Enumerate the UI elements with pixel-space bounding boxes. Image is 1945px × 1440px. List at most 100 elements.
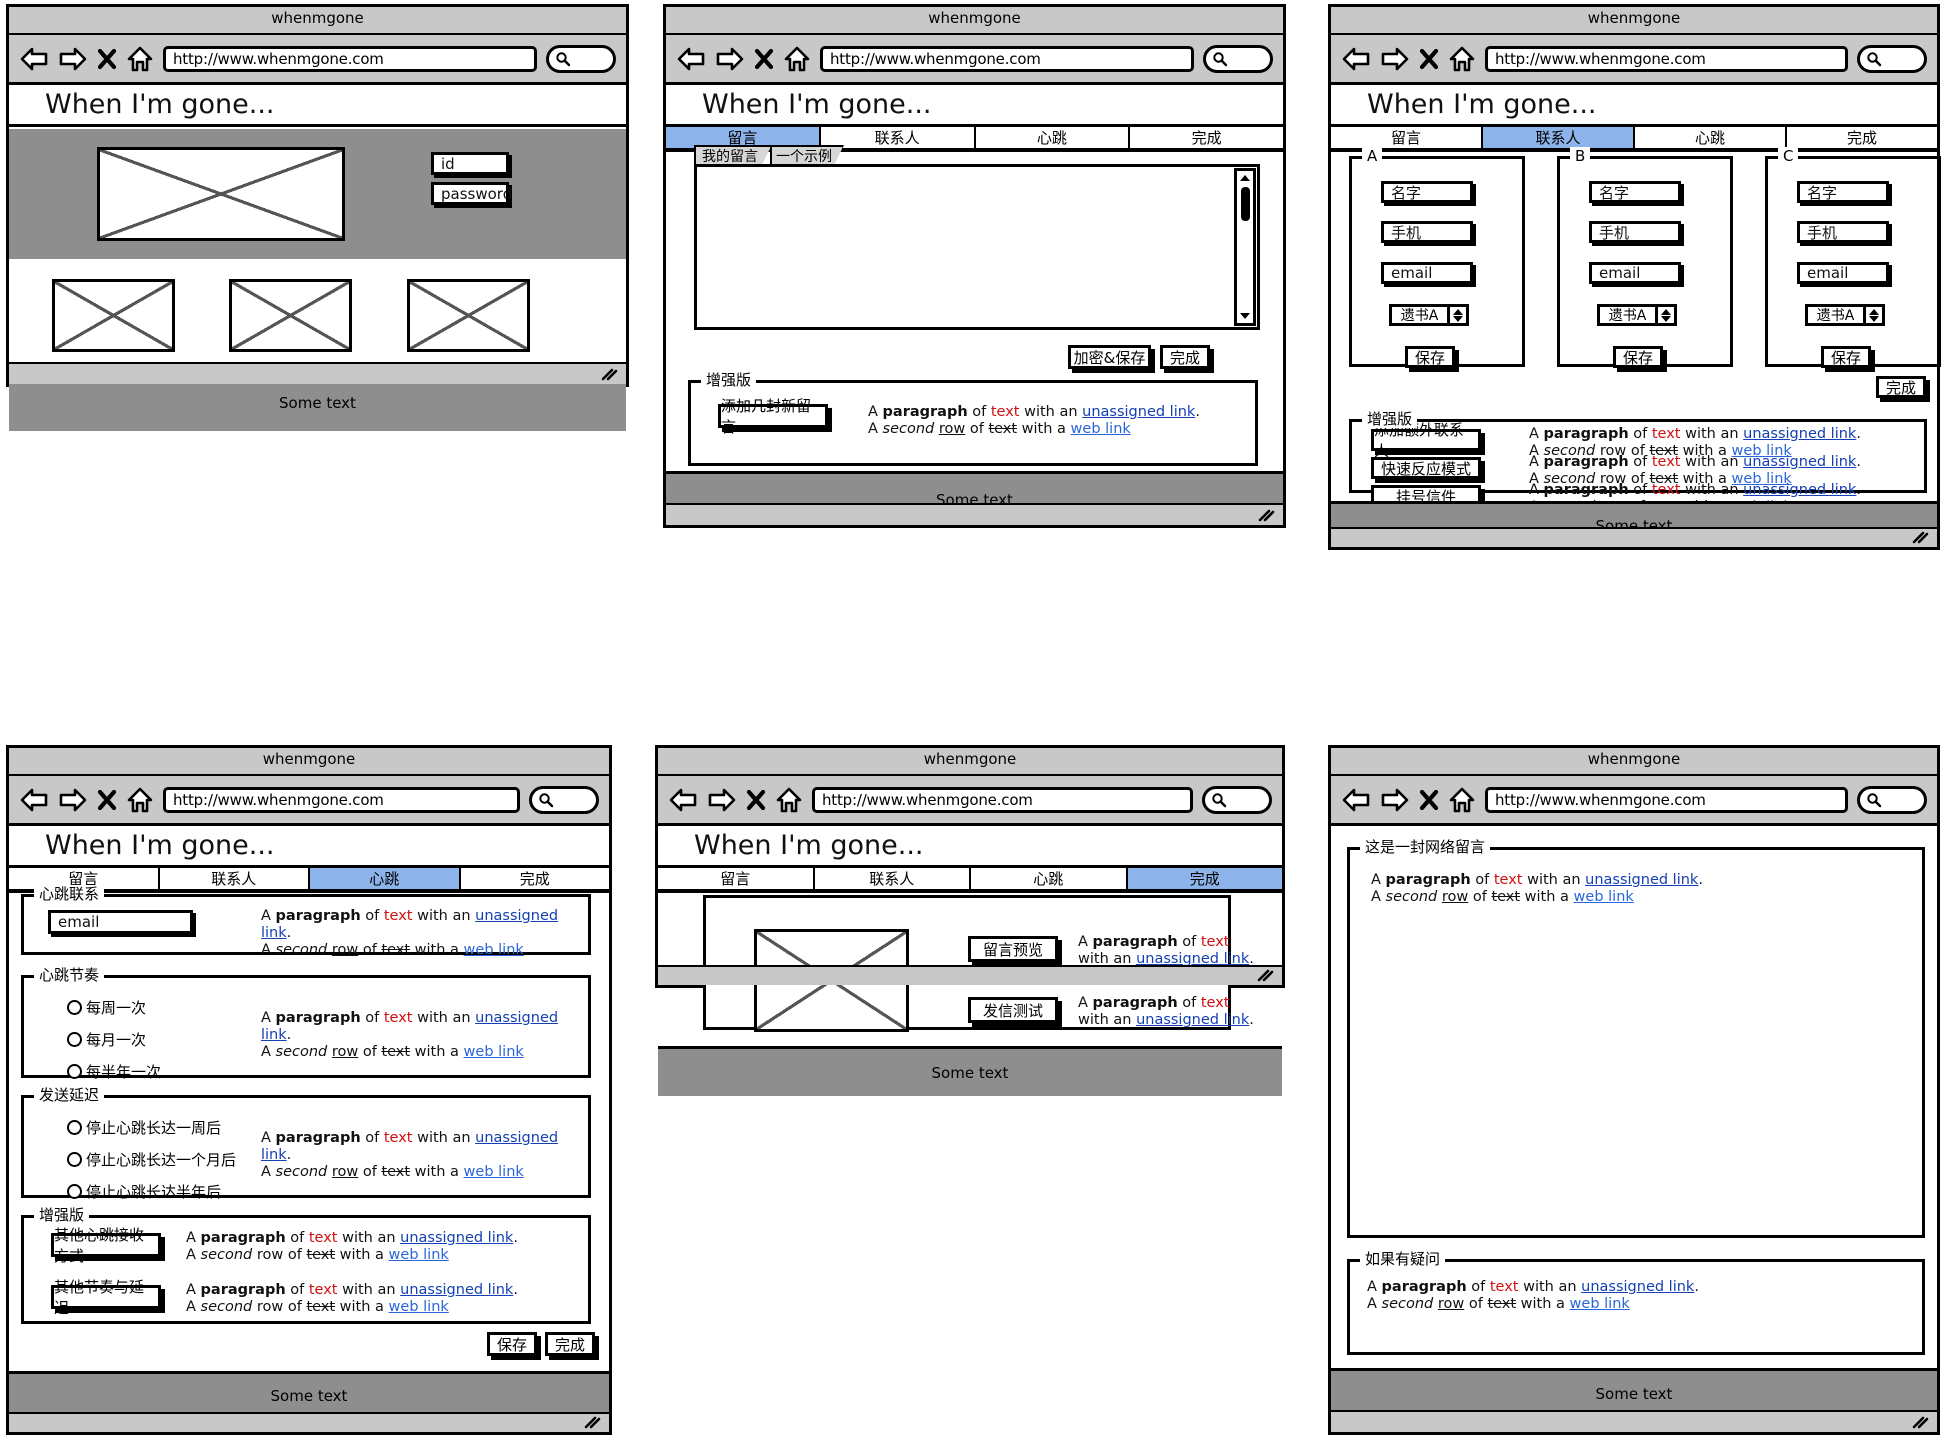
tab-wancheng[interactable]: 完成 bbox=[1787, 127, 1937, 148]
tab-liuyan[interactable]: 留言 bbox=[1331, 127, 1483, 148]
will-select-stepper[interactable]: 遗书A bbox=[1389, 304, 1469, 326]
contact-phone-field[interactable]: 手机 bbox=[1589, 221, 1681, 243]
search-input[interactable] bbox=[529, 785, 599, 814]
back-arrow-icon[interactable] bbox=[1341, 46, 1371, 72]
forward-arrow-icon[interactable] bbox=[715, 46, 745, 72]
stepper-arrows[interactable] bbox=[1863, 307, 1882, 323]
contact-email-field[interactable]: email bbox=[1797, 262, 1889, 284]
editor-scrollbar[interactable] bbox=[1234, 168, 1256, 326]
other-heartbeat-methods-button[interactable]: 其他心跳接收方式 bbox=[51, 1226, 161, 1265]
radio-weekly[interactable]: 每周一次 bbox=[67, 997, 161, 1018]
forward-arrow-icon[interactable] bbox=[1380, 46, 1410, 72]
home-icon[interactable] bbox=[126, 786, 154, 814]
resize-grip-icon[interactable] bbox=[583, 1415, 601, 1429]
radio-delay-week[interactable]: 停止心跳长达一周后 bbox=[67, 1117, 236, 1138]
web-link[interactable]: web link bbox=[389, 1247, 449, 1263]
close-x-icon[interactable] bbox=[97, 46, 117, 72]
tab-liuyan[interactable]: 留言 bbox=[658, 868, 815, 889]
contact-save-button[interactable]: 保存 bbox=[1821, 346, 1871, 368]
url-input[interactable]: http://www.whenmgone.com bbox=[1485, 786, 1848, 813]
unassigned-link[interactable]: unassigned link bbox=[1581, 1279, 1694, 1295]
resize-grip-icon[interactable] bbox=[1257, 508, 1275, 522]
home-icon[interactable] bbox=[1448, 786, 1476, 814]
password-field[interactable]: password bbox=[431, 182, 512, 205]
back-arrow-icon[interactable] bbox=[19, 46, 49, 72]
search-input[interactable] bbox=[546, 44, 616, 73]
back-arrow-icon[interactable] bbox=[676, 46, 706, 72]
web-link[interactable]: web link bbox=[389, 1299, 449, 1315]
web-link[interactable]: web link bbox=[1071, 421, 1131, 437]
tab-xintiao[interactable]: 心跳 bbox=[971, 868, 1128, 889]
scroll-down-arrow[interactable] bbox=[1237, 309, 1253, 323]
unassigned-link[interactable]: unassigned link bbox=[1082, 404, 1195, 420]
id-field[interactable]: id bbox=[431, 152, 509, 175]
resize-grip-icon[interactable] bbox=[600, 367, 618, 381]
unassigned-link[interactable]: unassigned link bbox=[1743, 426, 1856, 442]
tab-lianxiren[interactable]: 联系人 bbox=[820, 127, 976, 148]
url-input[interactable]: http://www.whenmgone.com bbox=[820, 45, 1194, 72]
unassigned-link[interactable]: unassigned link bbox=[400, 1230, 513, 1246]
contact-phone-field[interactable]: 手机 bbox=[1797, 221, 1889, 243]
will-select-stepper[interactable]: 遗书A bbox=[1805, 304, 1885, 326]
tab-lianxiren[interactable]: 联系人 bbox=[814, 868, 971, 889]
url-input[interactable]: http://www.whenmgone.com bbox=[812, 786, 1193, 813]
contacts-done-button[interactable]: 完成 bbox=[1876, 376, 1926, 398]
url-input[interactable]: http://www.whenmgone.com bbox=[1485, 45, 1848, 72]
forward-arrow-icon[interactable] bbox=[58, 46, 88, 72]
search-input[interactable] bbox=[1203, 44, 1273, 73]
resize-grip-icon[interactable] bbox=[1256, 968, 1274, 982]
close-x-icon[interactable] bbox=[1419, 787, 1439, 813]
done-button[interactable]: 完成 bbox=[1160, 345, 1210, 369]
tab-lianxiren[interactable]: 联系人 bbox=[1483, 127, 1635, 148]
scroll-thumb[interactable] bbox=[1240, 187, 1250, 221]
scroll-up-arrow[interactable] bbox=[1237, 171, 1253, 185]
url-input[interactable]: http://www.whenmgone.com bbox=[163, 786, 520, 813]
subtab-example[interactable]: 一个示例 bbox=[770, 145, 844, 166]
heartbeat-done-button[interactable]: 完成 bbox=[545, 1332, 595, 1356]
stepper-arrows[interactable] bbox=[1655, 307, 1674, 323]
contact-save-button[interactable]: 保存 bbox=[1613, 346, 1663, 368]
web-link[interactable]: web link bbox=[464, 942, 524, 958]
send-test-button[interactable]: 发信测试 bbox=[968, 997, 1058, 1023]
unassigned-link[interactable]: unassigned link bbox=[1743, 454, 1856, 470]
radio-monthly[interactable]: 每月一次 bbox=[67, 1029, 161, 1050]
heartbeat-save-button[interactable]: 保存 bbox=[487, 1332, 537, 1356]
add-new-messages-button[interactable]: 添加几封新留言 bbox=[718, 397, 828, 436]
heartbeat-email-field[interactable]: email bbox=[48, 910, 193, 934]
web-link[interactable]: web link bbox=[1570, 1296, 1630, 1312]
contact-email-field[interactable]: email bbox=[1589, 262, 1681, 284]
tab-xintiao[interactable]: 心跳 bbox=[1635, 127, 1787, 148]
search-input[interactable] bbox=[1857, 785, 1927, 814]
encrypt-save-button[interactable]: 加密&保存 bbox=[1068, 345, 1151, 369]
unassigned-link[interactable]: unassigned link bbox=[400, 1282, 513, 1298]
tab-wancheng[interactable]: 完成 bbox=[1130, 127, 1283, 148]
contact-email-field[interactable]: email bbox=[1381, 262, 1473, 284]
close-x-icon[interactable] bbox=[746, 787, 766, 813]
subtab-my-message[interactable]: 我的留言 bbox=[694, 145, 772, 166]
radio-halfyearly[interactable]: 每半年一次 bbox=[67, 1061, 161, 1082]
forward-arrow-icon[interactable] bbox=[58, 787, 88, 813]
home-icon[interactable] bbox=[126, 45, 154, 73]
search-input[interactable] bbox=[1202, 785, 1272, 814]
tab-wancheng[interactable]: 完成 bbox=[1127, 868, 1282, 889]
search-input[interactable] bbox=[1857, 44, 1927, 73]
unassigned-link[interactable]: unassigned link bbox=[1136, 1012, 1249, 1028]
contact-name-field[interactable]: 名字 bbox=[1381, 181, 1473, 203]
radio-delay-month[interactable]: 停止心跳长达一个月后 bbox=[67, 1149, 236, 1170]
close-x-icon[interactable] bbox=[754, 46, 774, 72]
tab-liuyan[interactable]: 留言 bbox=[666, 127, 821, 148]
will-select-stepper[interactable]: 遗书A bbox=[1597, 304, 1677, 326]
back-arrow-icon[interactable] bbox=[19, 787, 49, 813]
preview-message-button[interactable]: 留言预览 bbox=[968, 936, 1058, 962]
url-input[interactable]: http://www.whenmgone.com bbox=[163, 45, 537, 72]
back-arrow-icon[interactable] bbox=[668, 787, 698, 813]
other-rhythm-delay-button[interactable]: 其他节奏与延迟 bbox=[51, 1278, 161, 1317]
quick-response-mode-button[interactable]: 快速反应模式 bbox=[1371, 457, 1481, 479]
contact-phone-field[interactable]: 手机 bbox=[1381, 221, 1473, 243]
home-icon[interactable] bbox=[775, 786, 803, 814]
back-arrow-icon[interactable] bbox=[1341, 787, 1371, 813]
stepper-arrows[interactable] bbox=[1447, 307, 1466, 323]
forward-arrow-icon[interactable] bbox=[1380, 787, 1410, 813]
web-link[interactable]: web link bbox=[464, 1044, 524, 1060]
message-editor[interactable] bbox=[694, 164, 1260, 330]
